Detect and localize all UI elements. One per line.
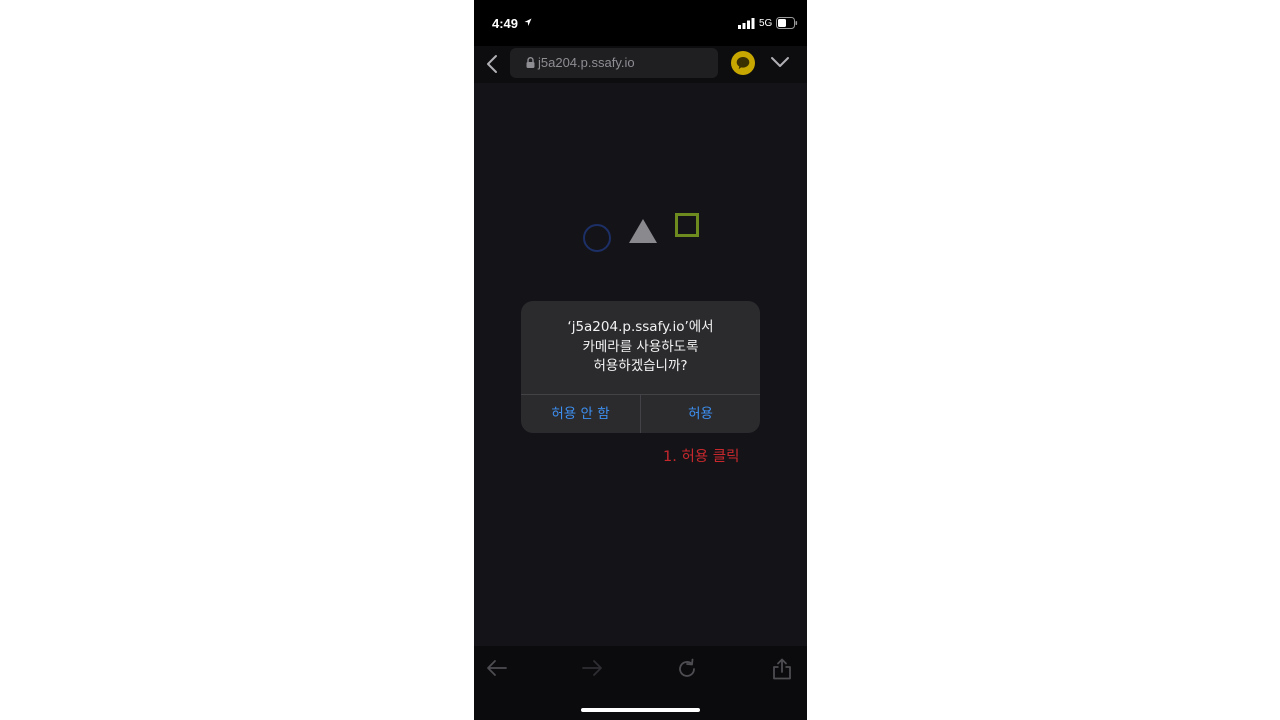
arrow-left-icon[interactable] <box>486 658 508 678</box>
allow-button[interactable]: 허용 <box>641 395 760 433</box>
circle-shape <box>583 224 611 252</box>
camera-permission-dialog: ‘j5a204.p.ssafy.io’에서 카메라를 사용하도록 허용하겠습니까… <box>521 301 760 433</box>
browser-url-bar: j5a204.p.ssafy.io <box>474 46 807 83</box>
dialog-message-line: 허용하겠습니까? <box>593 358 688 374</box>
address-field[interactable]: j5a204.p.ssafy.io <box>510 48 718 78</box>
home-indicator[interactable] <box>581 708 700 712</box>
chevron-down-icon[interactable] <box>770 56 790 68</box>
deny-button[interactable]: 허용 안 함 <box>521 395 640 433</box>
dialog-message-line: 카메라를 사용하도록 <box>582 338 699 355</box>
status-time: 4:49 <box>492 16 519 31</box>
status-bar: 4:49 5G <box>474 0 807 46</box>
kakao-talk-icon[interactable] <box>731 51 755 75</box>
dialog-message-line: ‘j5a204.p.ssafy.io’에서 <box>567 319 714 335</box>
square-shape <box>675 213 699 237</box>
signal-strength-icon <box>738 18 755 29</box>
phone-screen: 4:49 5G j5a204.p.ssafy.io ‘j5a204.p.ssaf… <box>474 0 807 720</box>
reload-icon[interactable] <box>676 658 698 680</box>
network-type: 5G <box>759 18 773 29</box>
arrow-right-icon[interactable] <box>581 658 603 678</box>
battery-icon <box>776 17 798 29</box>
lock-icon <box>526 57 535 68</box>
triangle-shape <box>629 219 657 243</box>
chevron-left-icon[interactable] <box>486 54 498 74</box>
dialog-message: ‘j5a204.p.ssafy.io’에서 카메라를 사용하도록 허용하겠습니까… <box>521 318 760 377</box>
share-icon[interactable] <box>772 658 792 680</box>
location-arrow-icon <box>524 18 532 26</box>
url-text: j5a204.p.ssafy.io <box>538 55 635 70</box>
instruction-annotation: 1. 허용 클릭 <box>663 449 740 465</box>
